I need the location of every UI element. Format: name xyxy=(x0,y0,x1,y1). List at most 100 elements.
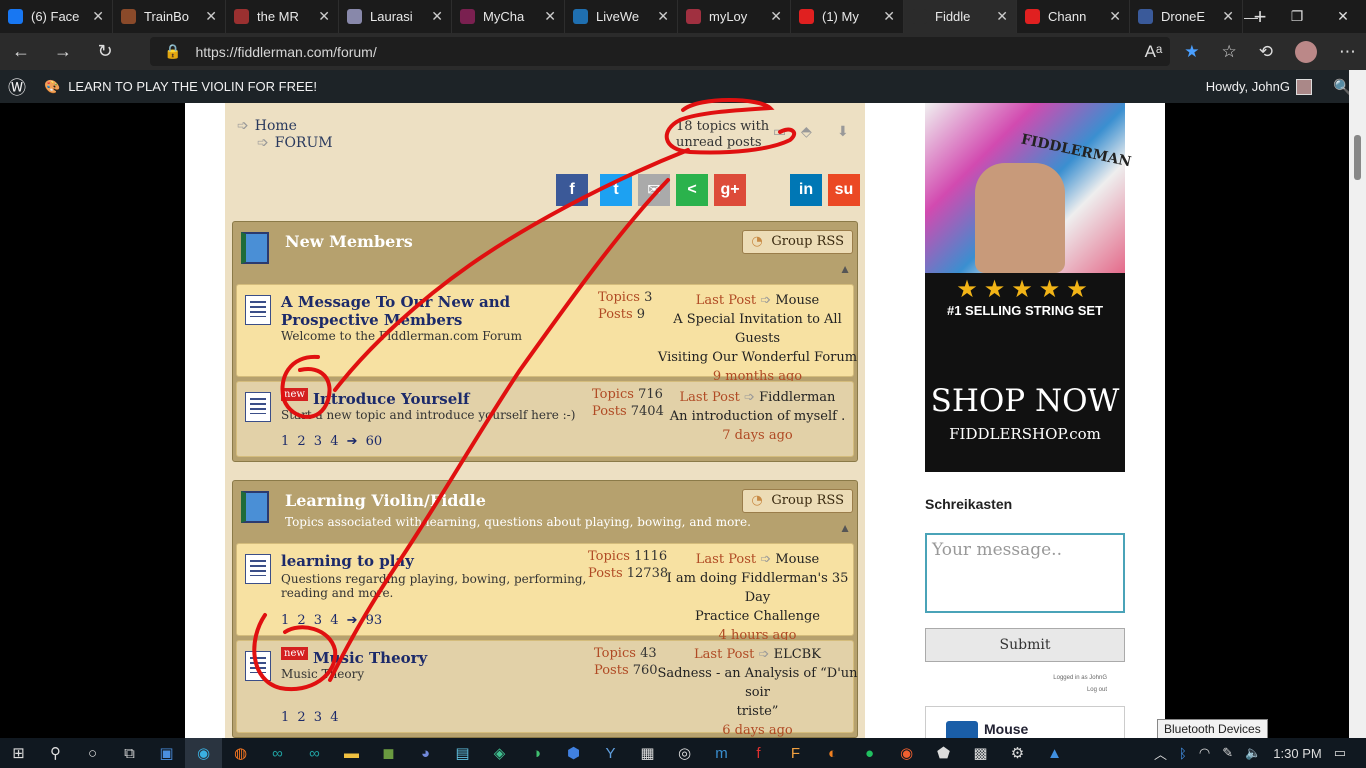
mark-read-icon[interactable]: ▭ xyxy=(773,123,786,140)
arduino-icon[interactable]: ∞ xyxy=(259,738,296,768)
wifi-icon[interactable]: ◠ xyxy=(1199,745,1210,761)
browser-tab[interactable]: Chann ✕ xyxy=(1017,0,1130,33)
close-tab-icon[interactable]: ✕ xyxy=(544,8,556,25)
favorites-icon[interactable]: ☆ xyxy=(1222,42,1237,62)
close-tab-icon[interactable]: ✕ xyxy=(883,8,895,25)
googleplus-share-icon[interactable]: g+ xyxy=(714,174,746,206)
bluetooth-icon[interactable]: ᛒ xyxy=(1179,746,1187,761)
app10-icon[interactable]: ⬟ xyxy=(925,738,962,768)
group-rss-button[interactable]: Group RSS xyxy=(742,230,853,254)
forum-title-link[interactable]: learning to play xyxy=(281,552,414,570)
app7-icon[interactable]: F xyxy=(777,738,814,768)
collapse-icon[interactable]: ▲ xyxy=(839,262,851,276)
app5-icon[interactable]: ◎ xyxy=(666,738,703,768)
profile-avatar[interactable] xyxy=(1295,40,1317,63)
email-share-icon[interactable]: ✉ xyxy=(638,174,670,206)
fiddlershop-ad[interactable]: FIDDLERMAN ★★★★★ #1 SELLING STRING SET S… xyxy=(925,103,1133,472)
logout-link[interactable]: Log out xyxy=(1087,687,1107,693)
outlook-icon[interactable]: ▣ xyxy=(148,738,185,768)
blender-icon[interactable]: ◐ xyxy=(814,738,851,768)
more-menu-icon[interactable]: ⋯ xyxy=(1339,42,1356,62)
read-aloud-icon[interactable]: Aᵃ xyxy=(1145,42,1163,62)
forum-title-link[interactable]: A Message To Our New and Prospective Memb… xyxy=(281,293,510,329)
refresh-icon[interactable]: ↻ xyxy=(84,41,126,62)
app4-icon[interactable]: ▦ xyxy=(629,738,666,768)
last-post-title-line-2[interactable]: Visiting Our Wonderful Forum xyxy=(655,348,860,367)
browser-tab[interactable]: LiveWe ✕ xyxy=(565,0,678,33)
app11-icon[interactable]: ▩ xyxy=(962,738,999,768)
chrome-icon[interactable]: ◑ xyxy=(518,738,555,768)
musescore-icon[interactable]: m xyxy=(703,738,740,768)
breadcrumb-home[interactable]: ➩ Home xyxy=(237,118,297,134)
browser-tab[interactable]: (1) My ✕ xyxy=(791,0,904,33)
photos-icon[interactable]: ▲ xyxy=(1036,738,1073,768)
close-tab-icon[interactable]: ✕ xyxy=(205,8,217,25)
browser-tab[interactable]: (6) Face ✕ xyxy=(0,0,113,33)
forum-pages[interactable]: 1 2 3 4 xyxy=(281,710,338,725)
task-view-icon[interactable]: ⧉ xyxy=(111,738,148,768)
firefox-icon[interactable]: ◍ xyxy=(222,738,259,768)
collapse-icon[interactable]: ▲ xyxy=(839,521,851,535)
facebook-share-icon[interactable]: f xyxy=(556,174,588,206)
arduino2-icon[interactable]: ∞ xyxy=(296,738,333,768)
last-post-title-line-1[interactable]: An introduction of myself . xyxy=(655,407,860,426)
last-post-title-line-1[interactable]: I am doing Fiddlerman's 35 Day xyxy=(655,569,860,607)
forum-title-link[interactable]: Music Theory xyxy=(313,649,427,667)
browser-tab[interactable]: the MR ✕ xyxy=(226,0,339,33)
tag-icon[interactable]: ⬘ xyxy=(801,123,812,140)
close-tab-icon[interactable]: ✕ xyxy=(431,8,443,25)
close-tab-icon[interactable]: ✕ xyxy=(657,8,669,25)
close-tab-icon[interactable]: ✕ xyxy=(92,8,104,25)
favorite-star-icon[interactable]: ★ xyxy=(1184,42,1199,62)
last-post-title-line-2[interactable]: triste” xyxy=(655,702,860,721)
browser-tab[interactable]: Fiddle ✕ xyxy=(904,0,1017,33)
close-tab-icon[interactable]: ✕ xyxy=(318,8,330,25)
page-scrollbar[interactable] xyxy=(1349,70,1366,738)
cortana-icon[interactable]: ○ xyxy=(74,738,111,768)
app8-icon[interactable]: ● xyxy=(851,738,888,768)
last-post-user[interactable]: Fiddlerman xyxy=(759,390,835,405)
forum-pages[interactable]: 1 2 3 4 ➔ 60 xyxy=(281,434,382,449)
unread-topics-link[interactable]: 18 topics with unread posts xyxy=(676,119,769,151)
history-icon[interactable]: ⟲ xyxy=(1259,42,1273,62)
twitter-share-icon[interactable]: t xyxy=(600,174,632,206)
forward-icon[interactable]: → xyxy=(42,41,84,62)
minimize-icon[interactable]: — xyxy=(1228,0,1274,33)
url-field[interactable]: 🔒 https://fiddlerman.com/forum/ xyxy=(150,37,1170,66)
restore-icon[interactable]: ❐ xyxy=(1274,0,1320,33)
minecraft-icon[interactable]: ◼ xyxy=(370,738,407,768)
windows-start-icon[interactable]: ⊞ xyxy=(0,738,37,768)
browser-tab[interactable]: MyCha ✕ xyxy=(452,0,565,33)
settings-icon[interactable]: ⚙ xyxy=(999,738,1036,768)
scrollbar-thumb[interactable] xyxy=(1354,135,1361,180)
app6-icon[interactable]: f xyxy=(740,738,777,768)
group-title[interactable]: New Members xyxy=(285,232,413,251)
discord-icon[interactable]: ◕ xyxy=(407,738,444,768)
chevron-up-icon[interactable]: ︿ xyxy=(1154,744,1167,763)
last-post-user[interactable]: ELCBK xyxy=(774,647,821,662)
last-post-title-line-1[interactable]: A Special Invitation to All Guests xyxy=(655,310,860,348)
group-rss-button[interactable]: Group RSS xyxy=(742,489,853,513)
browser-tab[interactable]: Laurasi ✕ xyxy=(339,0,452,33)
browser-tab[interactable]: DroneE ✕ xyxy=(1130,0,1243,33)
search-icon[interactable]: ⚲ xyxy=(37,738,74,768)
last-post-title-line-1[interactable]: Sadness - an Analysis of “D'un soir xyxy=(655,664,860,702)
forum-pages[interactable]: 1 2 3 4 ➔ 93 xyxy=(281,613,382,628)
last-post-user[interactable]: Mouse xyxy=(775,293,819,308)
wordpress-logo-icon[interactable]: Ⓦ xyxy=(0,74,34,100)
app2-icon[interactable]: ⬢ xyxy=(555,738,592,768)
close-tab-icon[interactable]: ✕ xyxy=(1109,8,1121,25)
last-post-user[interactable]: Mouse xyxy=(775,552,819,567)
share-icon[interactable]: < xyxy=(676,174,708,206)
notes-icon[interactable]: ▤ xyxy=(444,738,481,768)
volume-icon[interactable]: 🔈 xyxy=(1245,745,1261,761)
submit-button[interactable]: Submit xyxy=(925,628,1125,662)
howdy-user[interactable]: Howdy, JohnG xyxy=(1206,78,1312,95)
pen-icon[interactable]: ✎ xyxy=(1222,745,1233,761)
browser-tab[interactable]: myLoy ✕ xyxy=(678,0,791,33)
notifications-icon[interactable]: ▭ xyxy=(1334,745,1346,761)
message-textarea[interactable]: Your message.. xyxy=(925,533,1125,613)
group-title[interactable]: Learning Violin/Fiddle xyxy=(285,491,486,510)
app9-icon[interactable]: ◉ xyxy=(888,738,925,768)
forum-title-link[interactable]: Introduce Yourself xyxy=(313,390,469,408)
